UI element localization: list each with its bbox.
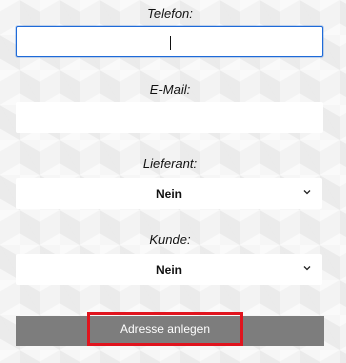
- submit-button-bar[interactable]: Adresse anlegen: [16, 312, 324, 346]
- adresse-anlegen-button[interactable]: Adresse anlegen: [87, 312, 243, 346]
- kunde-selected-value: Nein: [155, 262, 182, 277]
- text-cursor: [170, 36, 171, 50]
- lieferant-label: Lieferant:: [142, 156, 198, 171]
- email-label: E-Mail:: [149, 82, 191, 97]
- telefon-label: Telefon:: [147, 6, 193, 21]
- lieferant-select[interactable]: Nein: [16, 178, 322, 209]
- chevron-down-icon: [303, 266, 311, 271]
- kunde-label: Kunde:: [149, 232, 191, 247]
- kunde-select[interactable]: Nein: [16, 254, 322, 285]
- email-input[interactable]: [16, 102, 323, 133]
- chevron-down-icon: [303, 190, 311, 195]
- lieferant-selected-value: Nein: [155, 186, 182, 201]
